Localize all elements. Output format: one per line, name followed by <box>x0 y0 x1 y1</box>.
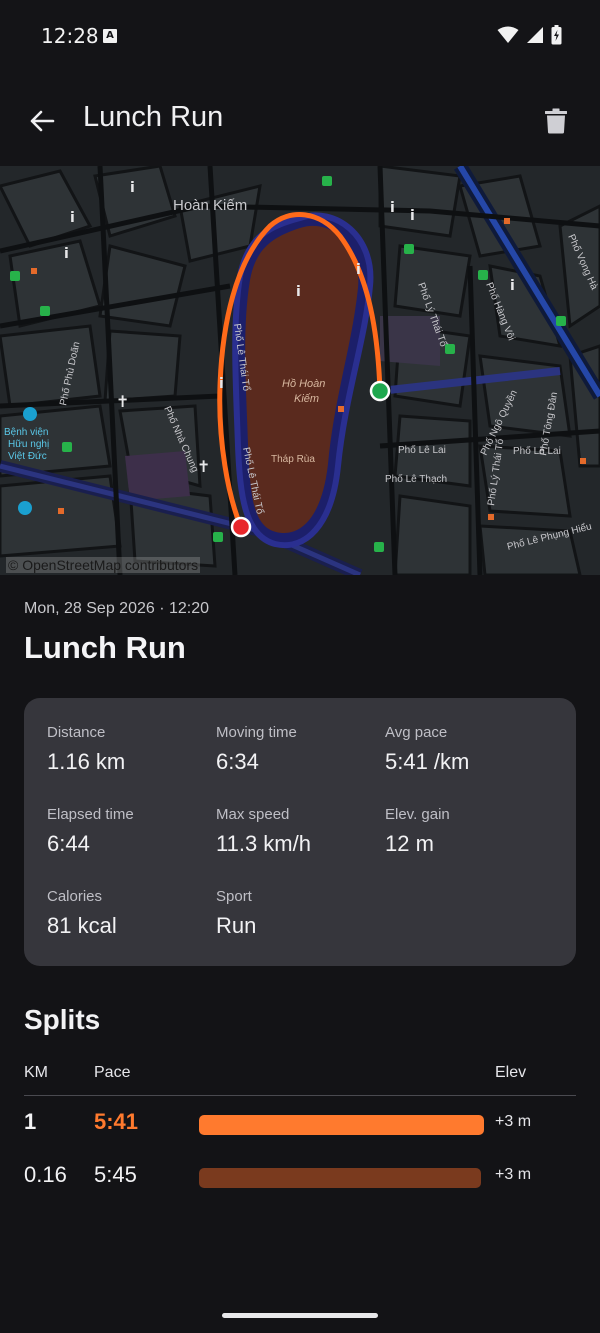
split-pace: 5:41 <box>94 1109 139 1134</box>
split-row: 0.16 5:45 +3 m <box>24 1156 576 1196</box>
route-map[interactable]: iii iii iii ✝ ✝ Hoàn Kiếm Hồ Hoàn Kiếm Th… <box>0 166 600 575</box>
map-label-district: Hoàn Kiếm <box>173 197 247 214</box>
map-label-hospital-1: Bệnh viện <box>4 427 48 438</box>
map-attribution[interactable]: © OpenStreetMap contributors <box>6 557 201 573</box>
svg-text:i: i <box>296 284 301 300</box>
map-label-street-4: Phố Lê Thạch <box>385 473 447 485</box>
stat-max-speed: Max speed 11.3 km/h <box>216 806 376 857</box>
stat-elapsed-time: Elapsed time 6:44 <box>47 806 207 857</box>
split-km: 1 <box>24 1109 37 1134</box>
battery-icon <box>551 25 562 45</box>
stat-calories: Calories 81 kcal <box>47 888 207 939</box>
stat-sport: Sport Run <box>216 888 376 939</box>
stat-value: Run <box>216 913 257 938</box>
svg-text:i: i <box>70 210 75 226</box>
stat-label: Elapsed time <box>47 806 134 823</box>
svg-text:i: i <box>410 208 415 224</box>
stat-distance: Distance 1.16 km <box>47 724 207 775</box>
stat-label: Max speed <box>216 806 290 823</box>
map-label-street-11: Phố Lê Lai <box>513 445 561 457</box>
map-canvas: iii i ii iii ✝✝ Hoàn Kiếm Hồ Hoàn Kiếm Th… <box>0 166 600 575</box>
stat-label: Calories <box>47 888 103 905</box>
stat-value: 6:34 <box>216 749 259 774</box>
stat-label: Sport <box>216 888 252 905</box>
arrow-left-icon <box>30 110 55 132</box>
stat-value: 11.3 km/h <box>216 831 311 856</box>
splits-title: Splits <box>24 1004 101 1035</box>
stat-value: 6:44 <box>47 831 90 856</box>
stat-moving-time: Moving time 6:34 <box>216 724 376 775</box>
split-km: 0.16 <box>24 1162 67 1187</box>
stat-label: Avg pace <box>385 724 448 741</box>
splits-header-km: KM <box>24 1064 48 1081</box>
map-label-hospital-2: Hữu nghị <box>8 439 49 450</box>
stat-value: 81 kcal <box>47 913 117 938</box>
stat-value: 1.16 km <box>47 749 126 774</box>
stat-label: Elev. gain <box>385 806 450 823</box>
svg-text:i: i <box>64 246 69 262</box>
splits-header: KM Pace Elev <box>24 1064 576 1096</box>
app-bar: Lunch Run <box>0 75 600 166</box>
activity-title: Lunch Run <box>24 630 186 665</box>
app-bar-title: Lunch Run <box>83 101 224 133</box>
stat-label: Distance <box>47 724 106 741</box>
stat-value: 5:41 /km <box>385 749 470 774</box>
map-label-street-3: Phố Lê Lai <box>398 444 446 456</box>
signal-icon <box>527 27 543 43</box>
splits-header-pace: Pace <box>94 1064 131 1081</box>
status-time: 12:28 <box>41 24 99 48</box>
trash-icon <box>545 108 567 134</box>
splits-header-elev: Elev <box>495 1064 527 1081</box>
activity-date: Mon, 28 Sep 2026 · 12:20 <box>24 600 210 617</box>
split-elev: +3 m <box>495 1113 532 1130</box>
map-label-tower: Tháp Rùa <box>271 454 315 465</box>
split-pace: 5:45 <box>94 1162 137 1187</box>
status-notification-icon: A <box>103 29 117 43</box>
back-button[interactable] <box>22 101 62 141</box>
split-row: 1 5:41 +3 m <box>24 1103 576 1143</box>
map-label-hospital-3: Việt Đức <box>8 451 47 462</box>
stats-card: Distance 1.16 km Moving time 6:34 Avg pa… <box>24 698 576 966</box>
svg-text:i: i <box>130 180 135 196</box>
stat-value: 12 m <box>385 831 434 856</box>
split-pace-bar <box>199 1115 484 1135</box>
route-start-marker <box>369 380 391 402</box>
stat-elev-gain: Elev. gain 12 m <box>385 806 545 857</box>
map-label-lake-1: Hồ Hoàn <box>282 378 325 390</box>
status-icons <box>497 25 562 45</box>
stat-label: Moving time <box>216 724 297 741</box>
wifi-icon <box>497 26 519 43</box>
svg-text:✝: ✝ <box>116 392 129 411</box>
route-end-marker <box>230 516 252 538</box>
svg-text:i: i <box>356 262 361 278</box>
split-pace-bar <box>199 1168 481 1188</box>
stat-avg-pace: Avg pace 5:41 /km <box>385 724 545 775</box>
svg-text:i: i <box>390 200 395 216</box>
svg-text:i: i <box>219 376 224 392</box>
map-label-lake-2: Kiếm <box>294 393 319 405</box>
split-elev: +3 m <box>495 1166 532 1183</box>
delete-button[interactable] <box>536 101 576 141</box>
status-bar: 12:28 A <box>0 0 600 75</box>
home-indicator[interactable] <box>222 1313 378 1318</box>
svg-text:i: i <box>510 278 515 294</box>
